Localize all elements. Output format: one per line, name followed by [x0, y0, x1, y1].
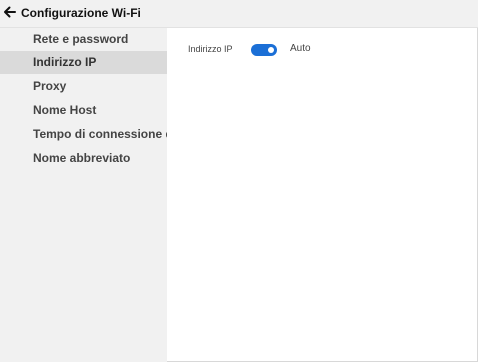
arrow-left-icon[interactable] [3, 5, 17, 19]
page-title: Configurazione Wi-Fi [21, 6, 141, 20]
sidebar-item-proxy[interactable]: Proxy [0, 75, 167, 98]
toggle-knob [268, 47, 274, 53]
sidebar-item-nome-abbreviato[interactable]: Nome abbreviato [0, 147, 167, 170]
ip-address-label: Indirizzo IP [188, 44, 233, 54]
sidebar-item-rete-e-password[interactable]: Rete e password [0, 28, 167, 51]
sidebar: Rete e password Indirizzo IP Proxy Nome … [0, 28, 167, 362]
toggle-auto-label: Auto [290, 43, 311, 54]
ip-auto-toggle[interactable] [251, 44, 277, 56]
sidebar-item-nome-host[interactable]: Nome Host [0, 99, 167, 122]
main-content: Indirizzo IP Auto [167, 28, 477, 361]
sidebar-item-tempo-di-connessione[interactable]: Tempo di connessione dir [0, 123, 167, 146]
title-bar: Configurazione Wi-Fi [0, 0, 478, 28]
sidebar-item-indirizzo-ip[interactable]: Indirizzo IP [0, 51, 167, 74]
